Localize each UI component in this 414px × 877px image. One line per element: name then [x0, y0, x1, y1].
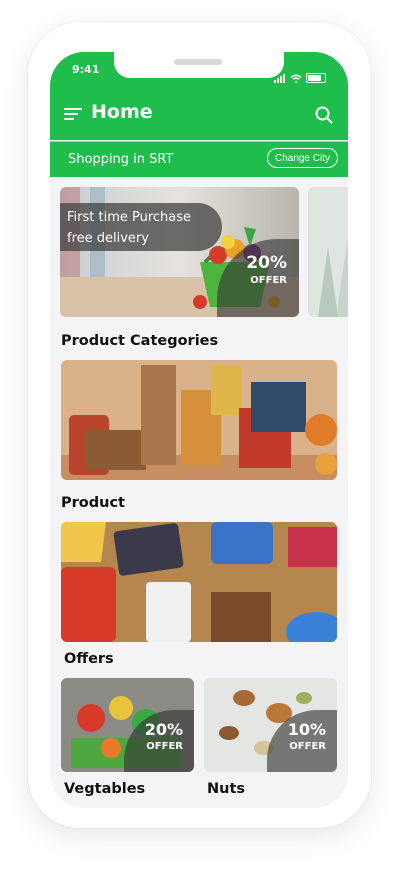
categories-image [61, 360, 337, 480]
change-city-button[interactable]: Change City [266, 148, 338, 168]
app-screen: 9:41 Home Shopping in SRT Change City Fi… [50, 52, 348, 808]
app-header: Home [50, 96, 348, 132]
promo-banner-next[interactable] [308, 187, 348, 317]
status-icons [274, 64, 326, 83]
city-bar: Shopping in SRT Change City [50, 141, 348, 177]
vegetables-offer-badge: 20% OFFER [124, 710, 194, 772]
status-time: 9:41 [72, 63, 100, 76]
banner-line-2: free delivery [67, 231, 149, 246]
vegetables-title: Vegtables [64, 781, 146, 797]
nuts-offer-badge: 10% OFFER [267, 710, 337, 772]
promo-banner[interactable]: First time Purchase free delivery 20% OF… [60, 187, 299, 317]
produce-image [308, 187, 348, 317]
nuts-offer-percent: 10% [287, 720, 326, 739]
banner-offer-percent: 20% [246, 253, 287, 273]
speaker [174, 59, 222, 65]
wifi-icon [290, 74, 302, 83]
products-image [61, 522, 337, 642]
nuts-offer-label: OFFER [289, 741, 326, 752]
battery-icon [306, 73, 326, 83]
page-title: Home [91, 101, 153, 123]
product-title: Product [61, 495, 125, 511]
banner-line-1: First time Purchase [67, 210, 192, 225]
device-notch [114, 52, 284, 78]
nuts-title: Nuts [207, 781, 246, 797]
offer-card-nuts[interactable]: 10% OFFER [204, 678, 337, 772]
offer-card-vegetables[interactable]: 20% OFFER [61, 678, 194, 772]
product-categories-card[interactable] [61, 360, 337, 480]
signal-icon [274, 64, 286, 83]
vegetables-offer-label: OFFER [146, 741, 183, 752]
product-card[interactable] [61, 522, 337, 642]
shopping-city-text: Shopping in SRT [68, 152, 174, 167]
top-bar: 9:41 Home [50, 52, 348, 140]
banner-offer-label: OFFER [250, 275, 287, 286]
offers-title: Offers [64, 651, 114, 667]
hamburger-menu-icon[interactable] [64, 108, 82, 120]
banner-label: First time Purchase free delivery [60, 203, 222, 251]
categories-title: Product Categories [61, 333, 219, 349]
search-icon[interactable] [315, 106, 333, 124]
vegetables-offer-percent: 20% [144, 720, 183, 739]
